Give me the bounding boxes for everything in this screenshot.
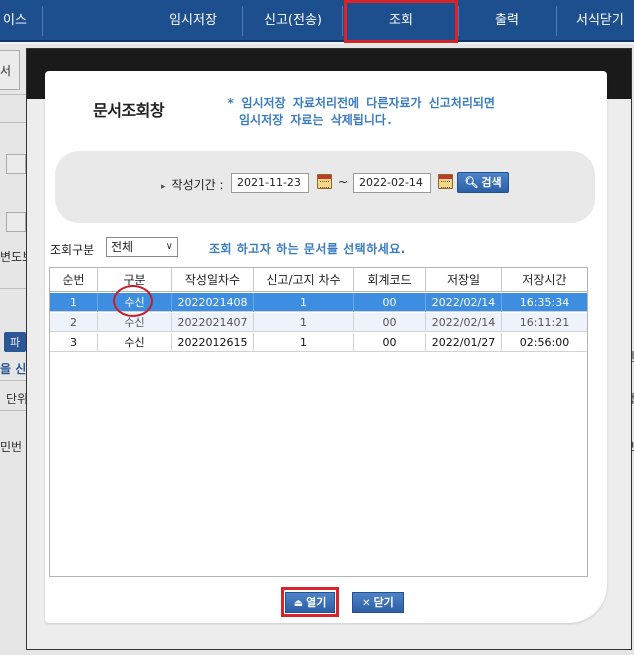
table-cell: 2 (50, 313, 98, 332)
filter-selected-value: 전체 (111, 240, 134, 254)
table-row[interactable]: 3 수신 2022012615 1 00 2022/01/27 02:56:00 (50, 333, 587, 352)
nav-divider (242, 6, 243, 36)
table-cell: 2022021407 (172, 313, 254, 332)
table-cell: 3 (50, 333, 98, 352)
nav-divider (42, 6, 43, 36)
table-cell: 02:56:00 (519, 336, 570, 349)
nav-item-temp-save[interactable]: 임시저장 (146, 0, 240, 40)
nav-item-report-send[interactable]: 신고(전송) (246, 0, 340, 40)
column-header: 신고/고지 차수 (254, 268, 354, 292)
table-cell: 1 (50, 293, 98, 312)
top-navigation-bar: 이스 임시저장 신고(전송) 조회 출력 서식닫기 (0, 0, 634, 42)
table-cell: 2022021408 (172, 293, 254, 312)
table-cell: 1 (254, 333, 354, 352)
period-label: 작성기간 : (161, 176, 224, 193)
nav-item-print[interactable]: 출력 (460, 0, 554, 40)
table-cell: 2022/02/14 (426, 293, 502, 312)
category-highlight-circle (113, 285, 153, 317)
close-icon: ✕ (362, 598, 371, 609)
table-cell: 2022012615 (172, 333, 254, 352)
notice-line: 임시저장 자료는 삭제됩니다. (239, 113, 394, 127)
date-to-input[interactable]: 2022-02-14 (353, 173, 431, 193)
table-cell: 16:11:21 (519, 316, 570, 329)
column-header: 작성일차수 (172, 268, 254, 292)
chevron-down-icon: ∨ (165, 241, 173, 252)
search-button[interactable]: 🔍︎ 검색 (457, 172, 509, 193)
table-cell: 00 (354, 313, 426, 332)
filter-select[interactable]: 전체 ∨ (106, 237, 178, 257)
magnifier-icon: 🔍︎ (464, 176, 479, 189)
popup-content: 문서조회창 * 임시저장 자료처리전에 다른자료가 신고처리되면 임시저장 자료… (45, 71, 607, 623)
table-cell: 2022/01/27 (426, 333, 502, 352)
column-header: 저장일 (426, 268, 502, 292)
date-range-separator: ~ (338, 175, 349, 189)
date-from-input[interactable]: 2021-11-23 (231, 173, 309, 193)
calendar-icon[interactable] (438, 174, 453, 189)
nav-divider (556, 6, 557, 36)
table-cell: 수신 (98, 333, 172, 352)
column-header: 회계코드 (354, 268, 426, 292)
close-button[interactable]: ✕ 닫기 (352, 592, 404, 613)
popup-title: 문서조회창 (93, 101, 165, 120)
close-button-label: 닫기 (373, 596, 394, 609)
table-cell: 00 (354, 333, 426, 352)
temp-save-notice: * 임시저장 자료처리전에 다른자료가 신고처리되면 임시저장 자료는 삭제됩니… (227, 95, 495, 129)
nav-item-close-form[interactable]: 서식닫기 (576, 0, 634, 40)
filter-instruction: 조회 하고자 하는 문서를 선택하세요. (209, 242, 406, 256)
inquiry-highlight-box (344, 0, 458, 43)
column-header: 순번 (50, 268, 98, 292)
table-cell: 16:35:34 (519, 296, 570, 309)
open-highlight-box (281, 587, 339, 617)
notice-line: * 임시저장 자료처리전에 다른자료가 신고처리되면 (227, 96, 495, 110)
search-panel: 작성기간 : 2021-11-23 ~ 2022-02-14 🔍︎검색 (55, 151, 595, 223)
table-cell: 1 (254, 313, 354, 332)
table-cell: 2022/02/14 (426, 313, 502, 332)
table-cell: 00 (354, 293, 426, 312)
nav-divider (458, 6, 459, 36)
document-inquiry-popup: 문서조회창 * 임시저장 자료처리전에 다른자료가 신고처리되면 임시저장 자료… (26, 48, 632, 650)
nav-divider (342, 6, 343, 36)
nav-item-service[interactable]: 이스 (0, 0, 30, 40)
filter-label: 조회구분 (50, 243, 95, 257)
column-header: 저장시간 (522, 273, 567, 287)
search-button-label: 검색 (481, 176, 502, 189)
table-cell: 1 (254, 293, 354, 312)
calendar-icon[interactable] (317, 174, 332, 189)
